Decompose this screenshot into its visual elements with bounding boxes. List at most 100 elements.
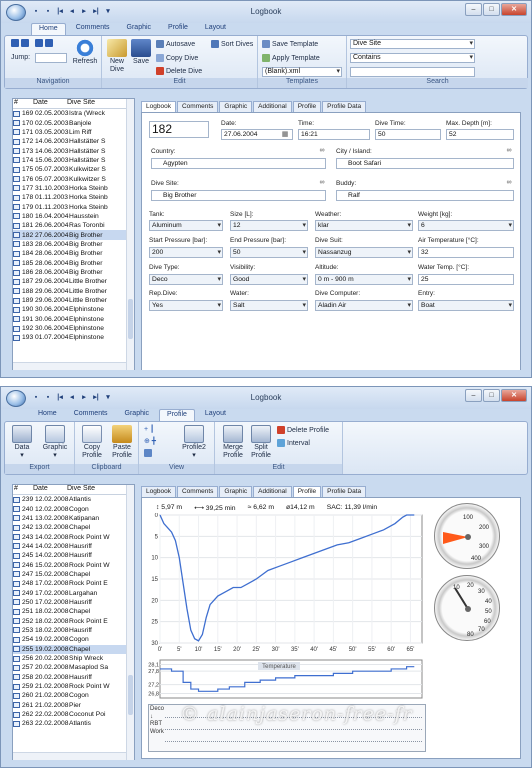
dive-computer-select[interactable]: Aladin Air: [315, 300, 413, 311]
checkbox-icon[interactable]: [13, 664, 20, 671]
checkbox-icon[interactable]: [13, 250, 20, 257]
water-temp-field[interactable]: 25: [418, 274, 514, 285]
dive-site-field[interactable]: Big Brother: [151, 190, 326, 201]
table-row[interactable]: 183 28.06.2004 Big Brother: [13, 240, 134, 249]
entry-select[interactable]: Boat: [418, 300, 514, 311]
table-row[interactable]: 245 14.02.2008 Hausriff: [13, 551, 134, 560]
table-row[interactable]: 178 01.11.2003 Horka Steinb: [13, 193, 134, 202]
start-pressure-select[interactable]: 200: [149, 247, 223, 258]
dive-list-vscroll[interactable]: [126, 99, 134, 370]
table-row[interactable]: 247 15.02.2008 Chapel: [13, 570, 134, 579]
country-field[interactable]: Agypten: [151, 158, 326, 169]
table-row[interactable]: 189 29.06.2004 Little Brother: [13, 296, 134, 305]
close-button-2[interactable]: ✕: [501, 389, 527, 402]
tab-comments-detail[interactable]: Comments: [176, 101, 219, 112]
city-field[interactable]: Boot Safari: [336, 158, 514, 169]
buddy-field[interactable]: Ralf: [336, 190, 514, 201]
table-row[interactable]: 170 02.05.2003 Banjole: [13, 118, 134, 127]
checkbox-icon[interactable]: [13, 608, 20, 615]
checkbox-icon[interactable]: [13, 176, 20, 183]
search-mode-select[interactable]: Contains: [350, 53, 475, 63]
tab-additional-2[interactable]: Additional: [253, 486, 292, 497]
water-select[interactable]: Salt: [230, 300, 308, 311]
table-row[interactable]: 177 31.10.2003 Horka Steinb: [13, 184, 134, 193]
delete-dive-button[interactable]: Delete Dive: [156, 67, 202, 75]
save-template-button[interactable]: Save Template: [262, 40, 318, 48]
export-graphic-button[interactable]: Graphic ▾: [39, 425, 71, 460]
col-date[interactable]: Date: [33, 99, 67, 108]
tab-profile[interactable]: Profile: [161, 23, 195, 35]
weight-select[interactable]: 6: [418, 220, 514, 231]
tab-comments[interactable]: Comments: [69, 23, 117, 35]
checkbox-icon[interactable]: [13, 260, 20, 267]
table-row[interactable]: 175 05.07.2003 Kulkwitzer S: [13, 165, 134, 174]
table-row[interactable]: 184 28.06.2004 Big Brother: [13, 249, 134, 258]
search-input[interactable]: [350, 67, 475, 77]
interval-button[interactable]: Interval: [277, 439, 310, 447]
autosave-button[interactable]: Autosave: [156, 40, 195, 48]
jump-input[interactable]: [35, 53, 67, 63]
dive-list-hscroll-2[interactable]: [13, 752, 126, 760]
tank-select[interactable]: Aluminum: [149, 220, 223, 231]
zoom-in-icon[interactable]: + ┃: [144, 425, 154, 433]
checkbox-icon[interactable]: [13, 683, 20, 690]
table-row[interactable]: 173 14.06.2003 Hallstätter S: [13, 146, 134, 155]
new-dive-button[interactable]: New Dive: [106, 39, 128, 74]
checkbox-icon[interactable]: [13, 278, 20, 285]
col-number[interactable]: #: [13, 99, 33, 108]
table-row[interactable]: 180 16.04.2004 Hausstein: [13, 212, 134, 221]
rep-dive-select[interactable]: Yes: [149, 300, 223, 311]
checkbox-icon[interactable]: [13, 580, 20, 587]
search-field-select[interactable]: Dive Site: [350, 39, 475, 49]
altitude-select[interactable]: 0 m - 900 m: [315, 274, 413, 285]
checkbox-icon[interactable]: [13, 711, 20, 718]
end-pressure-select[interactable]: 50: [230, 247, 308, 258]
checkbox-icon[interactable]: [13, 702, 20, 709]
col-date-2[interactable]: Date: [33, 485, 67, 494]
table-row[interactable]: 171 03.05.2003 Lim Riff: [13, 128, 134, 137]
checkbox-icon[interactable]: [13, 213, 20, 220]
checkbox-icon[interactable]: [13, 571, 20, 578]
tab-graphic-2[interactable]: Graphic: [118, 409, 157, 421]
table-row[interactable]: 255 19.02.2008 Chapel: [13, 644, 134, 654]
tab-profile-2[interactable]: Profile: [159, 409, 195, 421]
save-button[interactable]: Save: [130, 39, 152, 66]
checkbox-icon[interactable]: [13, 692, 20, 699]
table-row[interactable]: 191 30.06.2004 Elphinstone: [13, 315, 134, 324]
table-row[interactable]: 246 15.02.2008 Rock Point W: [13, 560, 134, 569]
temperature-chart[interactable]: 28,127,8 27,2 26,8 Temperature: [146, 658, 426, 702]
table-row[interactable]: 186 28.06.2004 Big Brother: [13, 268, 134, 277]
col-dive-site-2[interactable]: Dive Site: [67, 485, 110, 494]
tab-profile-data-2[interactable]: Profile Data: [322, 486, 367, 497]
checkbox-icon[interactable]: [13, 599, 20, 606]
checkbox-icon[interactable]: [13, 129, 20, 136]
nav-first-icon[interactable]: [11, 39, 29, 47]
table-row[interactable]: 174 15.06.2003 Hallstätter S: [13, 156, 134, 165]
checkbox-icon[interactable]: [13, 120, 20, 127]
table-row[interactable]: 254 19.02.2008 Cogon: [13, 635, 134, 644]
paste-profile-button[interactable]: Paste Profile: [108, 425, 136, 460]
table-row[interactable]: 256 20.02.2008 Ship Wreck: [13, 654, 134, 663]
checkbox-icon[interactable]: [13, 306, 20, 313]
table-row[interactable]: 192 30.06.2004 Elphinstone: [13, 324, 134, 333]
tab-layout[interactable]: Layout: [198, 23, 233, 35]
tab-additional[interactable]: Additional: [253, 101, 292, 112]
table-row[interactable]: 259 21.02.2008 Rock Point W: [13, 682, 134, 691]
table-row[interactable]: 248 17.02.2008 Rock Point E: [13, 579, 134, 588]
size-select[interactable]: 12: [230, 220, 308, 231]
table-row[interactable]: 193 01.07.2004 Elphinstone: [13, 333, 134, 342]
table-row[interactable]: 240 12.02.2008 Cogon: [13, 504, 134, 513]
checkbox-icon[interactable]: [13, 552, 20, 559]
checkbox-icon[interactable]: [13, 288, 20, 295]
minimize-button-2[interactable]: –: [465, 389, 482, 402]
table-row[interactable]: 263 22.02.2008 Atlantis: [13, 719, 134, 728]
table-row[interactable]: 252 18.02.2008 Rock Point E: [13, 616, 134, 625]
maximize-button-2[interactable]: □: [483, 389, 500, 402]
copy-dive-button[interactable]: Copy Dive: [156, 54, 198, 62]
depth-profile-chart[interactable]: 0510152025300' 5' 10' 15' 20' 25' 30' 35' 40' 45'…: [146, 513, 426, 655]
table-row[interactable]: 250 17.02.2008 Hausriff: [13, 598, 134, 607]
checkbox-icon[interactable]: [13, 655, 20, 662]
checkbox-icon[interactable]: [13, 204, 20, 211]
dive-suit-select[interactable]: Nassanzug: [315, 247, 413, 258]
table-row[interactable]: 179 01.11.2003 Horka Steinb: [13, 202, 134, 211]
